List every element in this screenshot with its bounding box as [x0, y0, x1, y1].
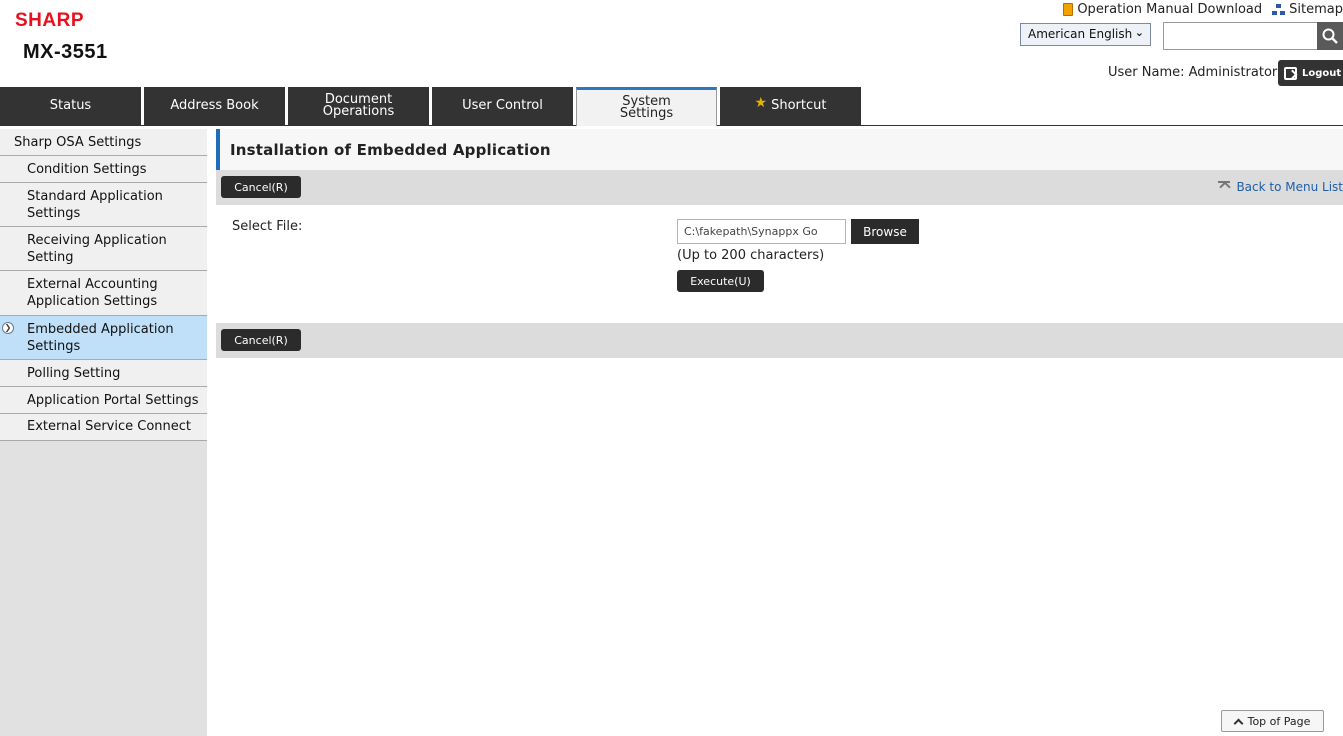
- sidebar-item-embedded-application-settings[interactable]: ❯ Embedded Application Settings: [0, 316, 207, 360]
- main-tabs: Status Address Book Document Operations …: [0, 87, 1343, 126]
- page-title: Installation of Embedded Application: [230, 141, 551, 159]
- page-title-bar: Installation of Embedded Application: [216, 129, 1343, 170]
- sidebar-item-label: Standard Application Settings: [27, 189, 163, 221]
- chevron-right-icon: ❯: [2, 322, 14, 334]
- sidebar-item-label: Embedded Application Settings: [27, 322, 174, 354]
- sitemap-icon: [1272, 3, 1286, 16]
- sidebar-item-external-service-connect[interactable]: External Service Connect: [0, 414, 207, 441]
- sidebar-item-standard-application-settings[interactable]: Standard Application Settings: [0, 183, 207, 227]
- back-to-menu-list-link[interactable]: Back to Menu List: [1218, 180, 1343, 194]
- tab-label: Document Operations: [322, 92, 395, 119]
- sidebar-item-sharp-osa-settings[interactable]: Sharp OSA Settings: [0, 129, 207, 156]
- sidebar-item-label: Polling Setting: [27, 366, 121, 381]
- manual-download-label: Operation Manual Download: [1077, 2, 1263, 17]
- execute-button[interactable]: Execute(U): [677, 270, 764, 292]
- tab-document-operations[interactable]: Document Operations: [288, 87, 429, 125]
- sidebar-item-condition-settings[interactable]: Condition Settings: [0, 156, 207, 183]
- top-links: Operation Manual Download Sitemap: [1063, 2, 1343, 17]
- logout-label: Logout: [1302, 67, 1342, 79]
- sidebar-item-label: Condition Settings: [27, 162, 147, 177]
- top-of-page-label: Top of Page: [1247, 714, 1311, 728]
- manual-book-icon: [1063, 3, 1074, 16]
- sitemap-label: Sitemap: [1289, 2, 1343, 17]
- sidebar-item-receiving-application-setting[interactable]: Receiving Application Setting: [0, 227, 207, 271]
- cancel-button-bottom[interactable]: Cancel(R): [221, 329, 301, 351]
- tab-status[interactable]: Status: [0, 87, 141, 125]
- language-select[interactable]: American English ⌄: [1020, 23, 1151, 46]
- sharp-logo: SHARP: [15, 10, 85, 31]
- tab-system-settings[interactable]: System Settings: [576, 87, 717, 126]
- tab-label: System Settings: [619, 94, 674, 121]
- search-button[interactable]: [1317, 22, 1343, 50]
- bottom-action-bar: Cancel(R): [216, 323, 1343, 358]
- chevron-down-icon: ⌄: [1134, 26, 1144, 39]
- logout-icon: [1284, 66, 1297, 80]
- logout-button[interactable]: Logout: [1278, 60, 1343, 86]
- language-value: American English: [1028, 27, 1133, 41]
- chevron-up-icon: [1233, 718, 1244, 728]
- tab-label: Shortcut: [771, 98, 827, 113]
- back-to-menu-list-label: Back to Menu List: [1236, 180, 1343, 194]
- file-path-input[interactable]: C:\fakepath\Synappx Go: [677, 219, 846, 244]
- browse-button[interactable]: Browse: [851, 219, 919, 244]
- sidebar-item-application-portal-settings[interactable]: Application Portal Settings: [0, 387, 207, 414]
- tab-label: User Control: [462, 98, 543, 113]
- manual-download-link[interactable]: Operation Manual Download: [1063, 2, 1262, 17]
- tab-address-book[interactable]: Address Book: [144, 87, 285, 125]
- tab-label: Status: [49, 98, 92, 113]
- sidebar-item-label: External Service Connect: [27, 419, 191, 434]
- search-icon: [1322, 28, 1338, 44]
- sidebar: Sharp OSA Settings Condition Settings St…: [0, 129, 207, 736]
- tab-shortcut[interactable]: ★ Shortcut: [720, 87, 861, 125]
- sidebar-item-label: Application Portal Settings: [27, 393, 199, 408]
- top-action-bar: Cancel(R) Back to Menu List: [216, 170, 1343, 205]
- sidebar-item-label: Receiving Application Setting: [27, 233, 167, 265]
- star-icon: ★: [754, 95, 768, 111]
- tab-label: Address Book: [170, 98, 259, 113]
- cancel-button-top[interactable]: Cancel(R): [221, 176, 301, 198]
- sidebar-item-external-accounting[interactable]: External Accounting Application Settings: [0, 271, 207, 316]
- top-of-page-button[interactable]: Top of Page: [1221, 710, 1324, 732]
- back-arrow-icon: [1218, 180, 1232, 194]
- select-file-label: Select File:: [232, 219, 303, 234]
- tab-user-control[interactable]: User Control: [432, 87, 573, 125]
- sidebar-item-label: Sharp OSA Settings: [14, 135, 142, 150]
- search-input[interactable]: [1163, 22, 1318, 50]
- sidebar-item-label: External Accounting Application Settings: [27, 277, 158, 309]
- sitemap-link[interactable]: Sitemap: [1272, 2, 1343, 17]
- model-name: MX-3551: [23, 41, 108, 63]
- sidebar-item-polling-setting[interactable]: Polling Setting: [0, 360, 207, 387]
- file-path-hint: (Up to 200 characters): [677, 248, 825, 263]
- user-name-label: User Name: Administrator: [1108, 65, 1278, 80]
